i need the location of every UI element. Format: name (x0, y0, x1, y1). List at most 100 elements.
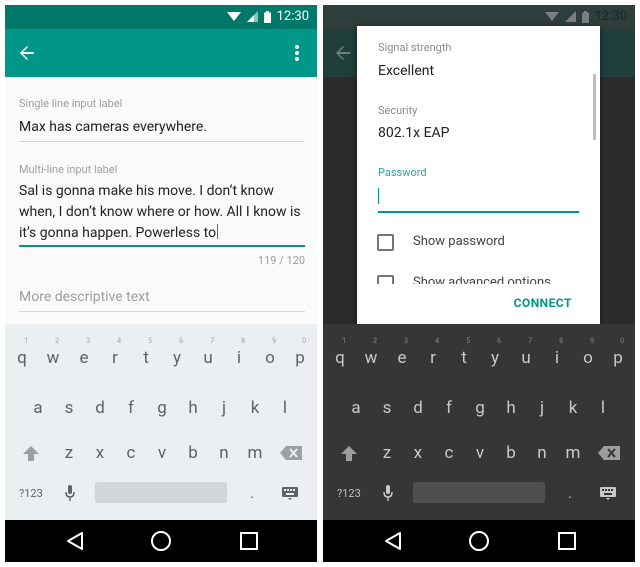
show-password-checkbox[interactable] (377, 234, 394, 251)
nav-home-button[interactable] (149, 529, 173, 553)
key-b[interactable]: b (179, 435, 207, 471)
key-p[interactable]: p0 (286, 337, 314, 376)
dialog-scrollbar[interactable] (593, 74, 596, 140)
key-x[interactable]: x (86, 435, 114, 471)
key-y[interactable]: y6 (163, 337, 191, 376)
status-icons: 12:30 (226, 9, 309, 24)
key-k[interactable]: k (241, 390, 269, 426)
key-u[interactable]: u7 (194, 337, 222, 376)
key-x[interactable]: x (404, 435, 432, 471)
key-g[interactable]: g (466, 390, 494, 426)
key-e[interactable]: e3 (70, 337, 98, 376)
key-g[interactable]: g (148, 390, 176, 426)
key-j[interactable]: j (210, 390, 238, 426)
period-key[interactable]: . (250, 484, 254, 502)
password-input[interactable] (378, 186, 579, 210)
shift-key[interactable] (335, 435, 363, 471)
key-z[interactable]: z (55, 435, 83, 471)
show-password-label: Show password (413, 234, 505, 249)
keyboard-switch-key[interactable] (599, 485, 617, 501)
key-z[interactable]: z (373, 435, 401, 471)
key-c[interactable]: c (117, 435, 145, 471)
wifi-connect-dialog: Signal strength Excellent Security 802.1… (357, 26, 600, 324)
mic-icon (65, 485, 75, 501)
connect-button[interactable]: CONNECT (514, 296, 572, 310)
space-key[interactable] (95, 482, 227, 503)
keyboard-switch-key[interactable] (281, 485, 299, 501)
key-q[interactable]: q1 (8, 337, 36, 376)
voice-input-key[interactable] (63, 484, 77, 502)
key-s[interactable]: s (55, 390, 83, 426)
signal-icon (246, 11, 258, 22)
key-o[interactable]: o9 (256, 337, 284, 376)
key-w[interactable]: w2 (39, 337, 67, 376)
key-c[interactable]: c (435, 435, 463, 471)
password-underline (378, 211, 579, 213)
key-i[interactable]: i8 (543, 337, 571, 376)
backspace-key[interactable] (595, 435, 623, 471)
multi-line-input[interactable]: Sal is gonna make his move. I don’t know… (19, 181, 311, 244)
nav-back-button[interactable] (381, 529, 405, 553)
key-d[interactable]: d (404, 390, 432, 426)
key-r[interactable]: r4 (419, 337, 447, 376)
symbols-key[interactable]: ?123 (19, 487, 43, 500)
nav-back-button[interactable] (63, 529, 87, 553)
key-n[interactable]: n (210, 435, 238, 471)
key-w[interactable]: w2 (357, 337, 385, 376)
key-r[interactable]: r4 (101, 337, 129, 376)
key-j[interactable]: j (528, 390, 556, 426)
key-d[interactable]: d (86, 390, 114, 426)
multi-line-text-line: Sal is gonna make his move. I don’t know (19, 183, 274, 199)
keyboard-icon (282, 486, 298, 500)
key-a[interactable]: a (342, 390, 370, 426)
text-cursor (217, 224, 219, 239)
wifi-icon (544, 12, 559, 21)
backspace-key[interactable] (277, 435, 305, 471)
key-m[interactable]: m (559, 435, 587, 471)
key-t[interactable]: t5 (450, 337, 478, 376)
key-h[interactable]: h (179, 390, 207, 426)
arrow-back-icon (20, 46, 34, 60)
form-content: Single line input label Max has cameras … (5, 77, 317, 324)
key-s[interactable]: s (373, 390, 401, 426)
space-key[interactable] (413, 482, 545, 503)
back-button[interactable] (15, 41, 39, 65)
key-t[interactable]: t5 (132, 337, 160, 376)
key-m[interactable]: m (241, 435, 269, 471)
status-icons: 12:30 (544, 9, 627, 24)
nav-recents-button[interactable] (237, 529, 261, 553)
key-e[interactable]: e3 (388, 337, 416, 376)
key-o[interactable]: o9 (574, 337, 602, 376)
shift-key[interactable] (17, 435, 45, 471)
key-a[interactable]: a (24, 390, 52, 426)
key-y[interactable]: y6 (481, 337, 509, 376)
voice-input-key[interactable] (381, 484, 395, 502)
key-f[interactable]: f (117, 390, 145, 426)
descriptive-text-input[interactable]: More descriptive text (19, 289, 150, 305)
key-k[interactable]: k (559, 390, 587, 426)
key-f[interactable]: f (435, 390, 463, 426)
signal-strength-label: Signal strength (378, 41, 452, 54)
key-l[interactable]: l (271, 390, 299, 426)
key-v[interactable]: v (466, 435, 494, 471)
nav-home-button[interactable] (467, 529, 491, 553)
multi-line-text-line: it’s gonna happen. Powerless to (19, 223, 311, 244)
key-i[interactable]: i8 (225, 337, 253, 376)
nav-recents-button[interactable] (555, 529, 579, 553)
key-q[interactable]: q1 (326, 337, 354, 376)
square-recents-icon (240, 532, 258, 550)
symbols-key[interactable]: ?123 (337, 487, 361, 500)
key-p[interactable]: p0 (604, 337, 632, 376)
key-h[interactable]: h (497, 390, 525, 426)
overflow-menu-button[interactable] (289, 41, 305, 65)
key-b[interactable]: b (497, 435, 525, 471)
password-label: Password (378, 166, 427, 179)
security-value: 802.1x EAP (378, 125, 450, 141)
period-key[interactable]: . (568, 484, 572, 502)
shift-icon (341, 446, 357, 461)
key-u[interactable]: u7 (512, 337, 540, 376)
key-l[interactable]: l (589, 390, 617, 426)
single-line-input[interactable]: Max has cameras everywhere. (19, 119, 207, 135)
key-v[interactable]: v (148, 435, 176, 471)
key-n[interactable]: n (528, 435, 556, 471)
